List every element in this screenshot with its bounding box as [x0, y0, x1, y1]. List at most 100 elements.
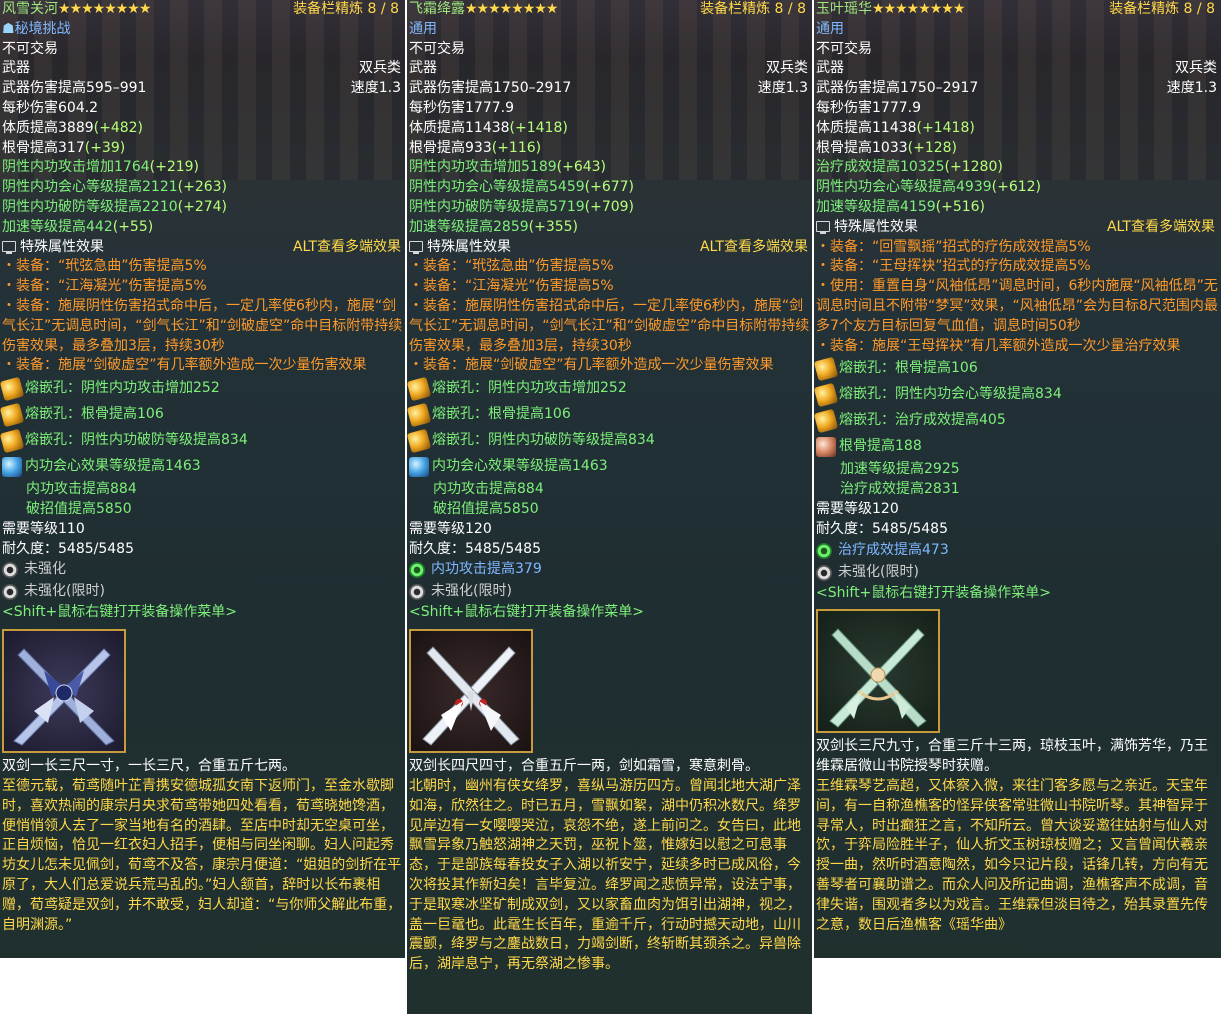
item-story: 王维霖琴艺高超，又体察入微，来往门客多愿与之亲近。天宝年间，有一自称渔樵客的怪异… [816, 777, 1208, 933]
weapon-damage: 武器伤害提高1750–2917 [409, 80, 572, 97]
set-stat: 加速等级提高2925 [840, 461, 960, 478]
refine-level: 装备栏精炼 8 / 8 [293, 1, 399, 17]
stat-line: 根骨提高317(+39) [2, 139, 126, 156]
stat-line: 阴性内功会心等级提高5459(+677) [409, 179, 635, 196]
item-tooltip-2: 飞霜绛露★★★★★★★★ 装备栏精炼 8 / 8 通用 不可交易 武器 双兵类 武… [407, 0, 812, 1014]
special-effect: ・装备：施展“王母挥袂”有几率额外造成一次少量治疗效果 [816, 337, 1181, 354]
gem-slot[interactable]: 熔嵌孔：阴性内功破防等级提高834 [407, 428, 812, 454]
special-effect: ・装备：“王母挥袂”招式的疗伤成效提高5% [816, 258, 1091, 275]
gem-slot[interactable]: 熔嵌孔：阴性内功破防等级提高834 [0, 428, 405, 454]
shift-menu-hint: <Shift+鼠标右键打开装备操作菜单> [409, 604, 645, 621]
enchant-slot-limited[interactable]: 未强化(限时) [2, 581, 405, 603]
shift-menu-hint: <Shift+鼠标右键打开装备操作菜单> [2, 604, 238, 621]
stat-line: 阴性内功破防等级提高5719(+709) [409, 198, 635, 215]
gem-icon [0, 376, 25, 402]
item-lore: 双剑长四尺四寸，合重五斤一两，剑如霜雪，寒意刺骨。 北朝时，幽州有侠女绛罗，喜纵… [409, 757, 812, 975]
stat-line: 阴性内功攻击增加5189(+643) [409, 159, 607, 176]
stat-line: 体质提高3889(+482) [2, 119, 144, 136]
item-lore: 双剑长三尺九寸，合重三斤十三两，琼枝玉叶，满饰芳华，乃王维霖居微山书院授琴时获赠… [816, 737, 1221, 935]
twin-blade-art [829, 628, 927, 728]
item-tooltip-1: 风雪关河★★★★★★★★ 装备栏精炼 8 / 8 ☗秘境挑战 不可交易 武器 双兵… [0, 0, 405, 958]
special-effect: ・装备：“玳弦急曲”伤害提高5% [2, 258, 207, 275]
enchant-slot[interactable]: 治疗成效提高473 [816, 540, 1221, 562]
enchant-gear-icon [409, 562, 425, 579]
item-tooltip-3: 玉叶瑶华★★★★★★★★ 装备栏精炼 8 / 8 通用 不可交易 武器 双兵类 武… [814, 0, 1221, 958]
item-name: 玉叶瑶华 [816, 1, 872, 17]
gem-icon [814, 383, 839, 408]
damage-row: 武器伤害提高1750–2917 速度1.3 [816, 79, 1221, 99]
gem-icon [407, 402, 432, 428]
special-effect: ・装备：施展“剑破虚空”有几率额外造成一次少量伤害效果 [2, 357, 367, 374]
item-slot: 武器 [409, 60, 437, 77]
required-level: 需要等级110 [2, 520, 85, 537]
trade-status: 不可交易 [409, 40, 465, 57]
enchant-slot-limited[interactable]: 未强化(限时) [409, 581, 812, 603]
enchant-gear-icon [409, 584, 425, 601]
gem-slot[interactable]: 熔嵌孔：治疗成效提高405 [814, 408, 1221, 434]
set-stat: 内功攻击提高884 [433, 481, 544, 498]
stat-list: 体质提高11438(+1418) 根骨提高1033(+128) 治疗成效提高10… [816, 119, 1221, 218]
item-description: 双剑一长三尺一寸，一长三尺，合重五斤七两。 [2, 758, 296, 775]
tooltip-content: 飞霜绛露★★★★★★★★ 装备栏精炼 8 / 8 通用 不可交易 武器 双兵类 武… [407, 0, 812, 975]
gem-icon [407, 376, 432, 402]
slot-row: 武器 双兵类 [409, 59, 812, 79]
enchant-gear-icon [816, 564, 832, 581]
damage-row: 武器伤害提高1750–2917 速度1.3 [409, 79, 812, 99]
stat-line: 体质提高11438(+1418) [816, 119, 975, 136]
item-lore: 双剑一长三尺一寸，一长三尺，合重五斤七两。 至德元载，荀鸢随叶芷青携安德城孤女南… [2, 757, 405, 935]
tooltip-content: 风雪关河★★★★★★★★ 装备栏精炼 8 / 8 ☗秘境挑战 不可交易 武器 双兵… [0, 0, 405, 935]
gem-slot[interactable]: 熔嵌孔：阴性内功会心等级提高834 [814, 382, 1221, 408]
enchant-gear-icon [2, 562, 18, 579]
gem-slot[interactable]: 熔嵌孔：根骨提高106 [407, 402, 812, 428]
stat-line: 阴性内功破防等级提高2210(+274) [2, 198, 228, 215]
stone-icon [2, 457, 22, 478]
twin-blade-art [13, 648, 115, 746]
dungeon-icon: ☗ [2, 20, 15, 37]
item-slot: 武器 [816, 60, 844, 77]
enchant-slot-limited[interactable]: 未强化(限时) [816, 562, 1221, 584]
special-effect: ・装备：“江海凝光”伤害提高5% [2, 278, 207, 295]
enchant-slot[interactable]: 内功攻击提高379 [409, 559, 812, 581]
item-story: 至德元载，荀鸢随叶芷青携安德城孤女南下返师门，至金水歇脚时，喜欢热闹的康宗月央求… [2, 777, 402, 933]
stat-list: 体质提高11438(+1418) 根骨提高933(+116) 阴性内功攻击增加5… [409, 119, 812, 238]
tooltip-header: 飞霜绛露★★★★★★★★ 装备栏精炼 8 / 8 [409, 0, 812, 20]
stone-icon [816, 437, 836, 458]
weapon-art-image [816, 609, 940, 734]
tooltip-header: 玉叶瑶华★★★★★★★★ 装备栏精炼 8 / 8 [816, 0, 1221, 20]
attack-speed: 速度1.3 [757, 80, 808, 97]
special-effect: ・装备：“江海凝光”伤害提高5% [409, 278, 614, 295]
set-slot[interactable]: 内功会心效果等级提高1463 [2, 454, 405, 480]
stone-icon [409, 457, 429, 478]
enchant-slot[interactable]: 未强化 [2, 559, 405, 581]
gem-slot[interactable]: 熔嵌孔：根骨提高106 [0, 402, 405, 428]
trade-status: 不可交易 [2, 40, 58, 57]
gem-slot[interactable]: 熔嵌孔：阴性内功攻击增加252 [0, 376, 405, 402]
gem-slot[interactable]: 熔嵌孔：根骨提高106 [814, 356, 1221, 382]
stat-line: 加速等级提高4159(+516) [816, 198, 986, 215]
set-stat: 治疗成效提高2831 [840, 481, 960, 498]
special-effect: ・使用：重置自身“风袖低昂”调息时间，6秒内施展“风袖低昂”无调息时间且不附带“… [816, 278, 1218, 334]
item-source: 通用 [816, 20, 844, 37]
item-source: ☗秘境挑战 [2, 20, 71, 37]
gem-icon [814, 409, 839, 434]
set-slot[interactable]: 内功会心效果等级提高1463 [409, 454, 812, 480]
alt-hint: ALT查看多端效果 [1106, 218, 1215, 235]
set-slot[interactable]: 根骨提高188 [816, 434, 1221, 460]
slot-row: 武器 双兵类 [816, 59, 1221, 79]
weapon-damage: 武器伤害提高595–991 [2, 80, 147, 97]
twin-blade-art [422, 646, 520, 746]
special-effect: ・装备：“回雪飘摇”招式的疗伤成效提高5% [816, 238, 1091, 255]
gem-slot[interactable]: 熔嵌孔：阴性内功攻击增加252 [407, 376, 812, 402]
damage-row: 武器伤害提高595–991 速度1.3 [2, 79, 405, 99]
stat-line: 阴性内功会心等级提高2121(+263) [2, 179, 228, 196]
item-name: 飞霜绛露 [409, 1, 465, 17]
star-rating: ★★★★★★★★ [872, 1, 965, 17]
shift-menu-hint: <Shift+鼠标右键打开装备操作菜单> [816, 584, 1052, 601]
stat-line: 根骨提高1033(+128) [816, 139, 958, 156]
special-effect: ・装备：施展阴性伤害招式命中后，一定几率使6秒内，施展“剑气长江”无调息时间，“… [409, 297, 810, 354]
special-effects-header: 特殊属性效果 ALT查看多端效果 [409, 238, 812, 258]
stat-line: 根骨提高933(+116) [409, 139, 542, 156]
special-effect: ・装备：“玳弦急曲”伤害提高5% [409, 258, 614, 275]
durability: 耐久度：5485/5485 [816, 520, 948, 537]
item-description: 双剑长四尺四寸，合重五斤一两，剑如霜雪，寒意刺骨。 [409, 758, 759, 775]
